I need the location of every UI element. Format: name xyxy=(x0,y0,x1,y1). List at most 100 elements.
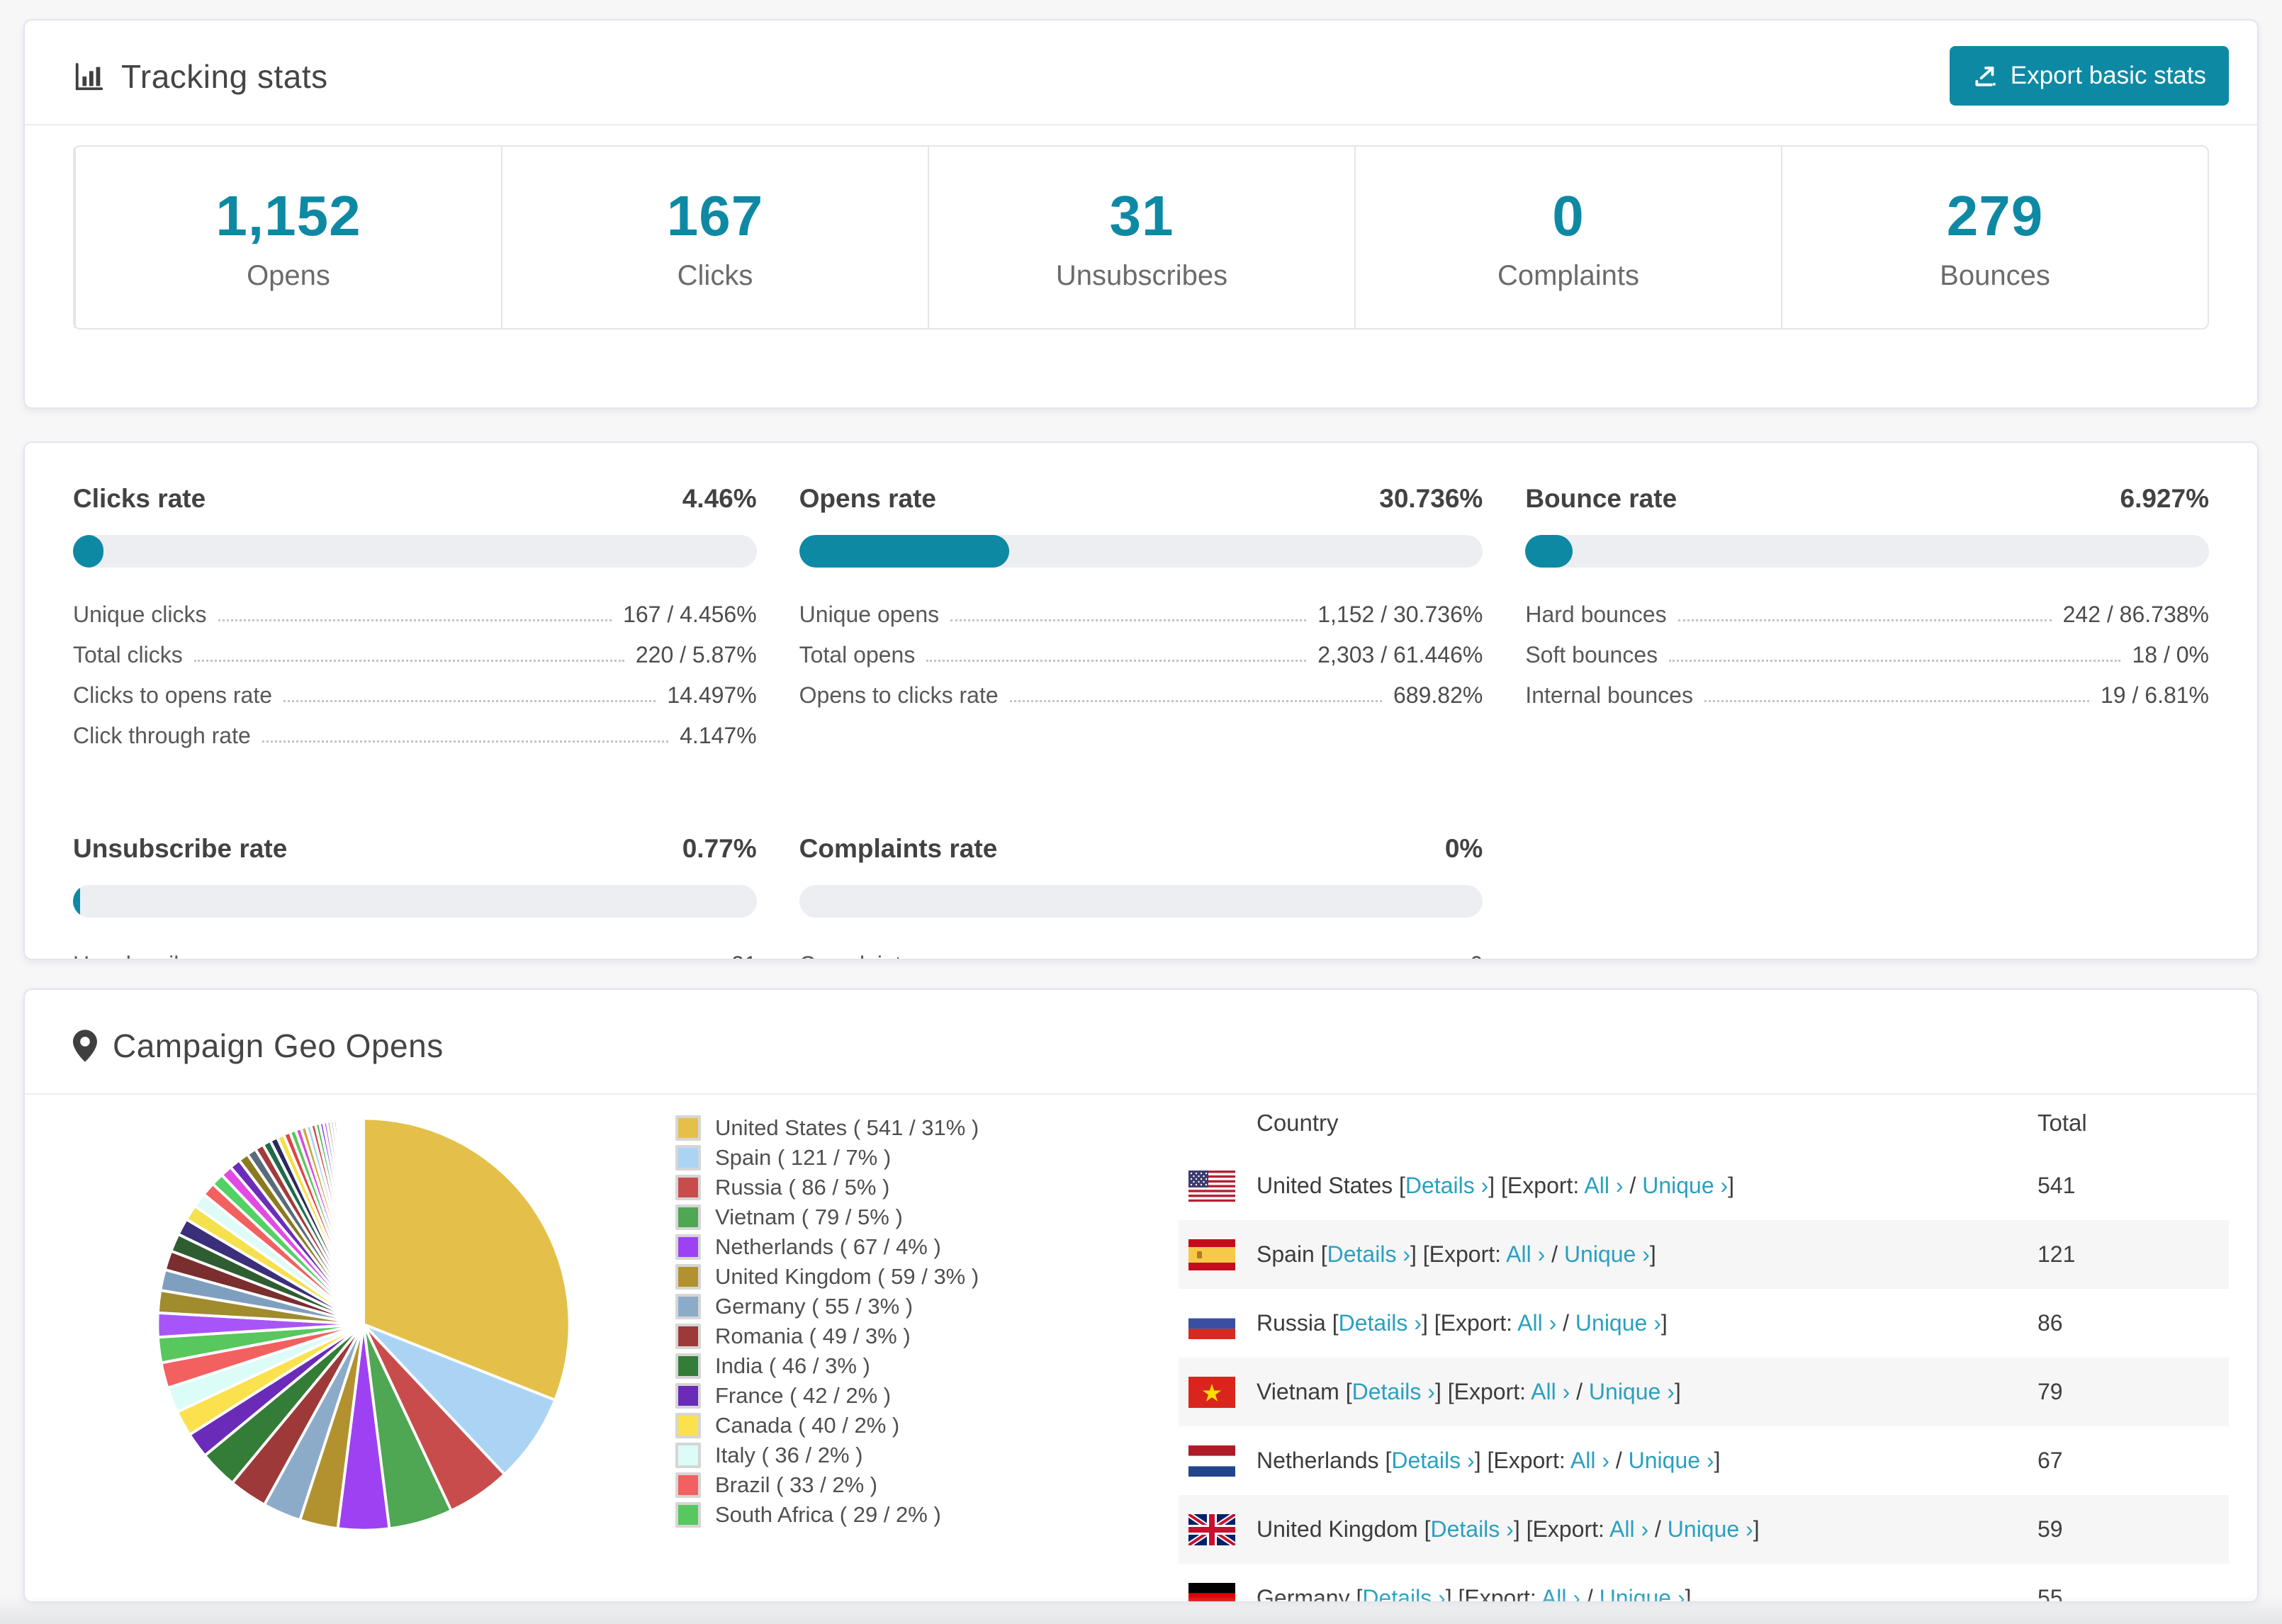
rate-detail-row: Unique clicks 167 / 4.456% xyxy=(73,602,757,627)
country-flag-icon xyxy=(1188,1170,1235,1202)
country-flag-icon xyxy=(1188,1376,1235,1408)
legend-label: Netherlands ( 67 / 4% ) xyxy=(715,1234,941,1259)
legend-label: Spain ( 121 / 7% ) xyxy=(715,1145,892,1170)
legend-swatch xyxy=(675,1234,701,1260)
bottom-shade xyxy=(0,1596,2282,1624)
unsubscribe-rate-progress-fill xyxy=(73,885,80,918)
legend-item: India ( 46 / 3% ) xyxy=(675,1351,1171,1381)
dotted-leader xyxy=(1009,700,1382,702)
complaints-rate-value: 0% xyxy=(1444,834,1483,863)
opens-rate-block: Opens rate 30.736% Unique opens 1,152 / … xyxy=(799,484,1483,749)
legend-item: United Kingdom ( 59 / 3% ) xyxy=(675,1262,1171,1292)
legend-swatch xyxy=(675,1353,701,1379)
export-unique-link[interactable]: Unique › xyxy=(1589,1379,1675,1404)
stat-box: 0 Complaints xyxy=(1354,147,1781,328)
stat-value: 279 xyxy=(1946,184,2044,247)
country-cell: Vietnam [Details ›] [Export: All › / Uni… xyxy=(1257,1379,1681,1404)
legend-swatch xyxy=(675,1294,701,1319)
country-total: 121 xyxy=(2038,1241,2076,1267)
country-cell: United States [Details ›] [Export: All ›… xyxy=(1257,1173,1735,1198)
country-total: 79 xyxy=(2038,1379,2063,1404)
details-link[interactable]: Details › xyxy=(1327,1241,1410,1267)
details-link[interactable]: Details › xyxy=(1405,1173,1488,1198)
rate-detail-row: Clicks to opens rate 14.497% xyxy=(73,682,757,708)
legend-label: South Africa ( 29 / 2% ) xyxy=(715,1502,941,1527)
geo-table: Country Total United States [Details ›] … xyxy=(1179,1095,2229,1601)
details-link[interactable]: Details › xyxy=(1391,1448,1474,1473)
stat-box: 279 Bounces xyxy=(1781,147,2208,328)
export-all-link[interactable]: All › xyxy=(1584,1173,1623,1198)
legend-swatch xyxy=(675,1502,701,1528)
rate-detail-row: Total clicks 220 / 5.87% xyxy=(73,642,757,667)
export-basic-stats-button[interactable]: Export basic stats xyxy=(1949,46,2229,106)
tracking-stats-header: Tracking stats Export basic stats xyxy=(25,21,2257,106)
legend-item: South Africa ( 29 / 2% ) xyxy=(675,1500,1171,1530)
export-all-link[interactable]: All › xyxy=(1531,1379,1570,1404)
geo-header: Campaign Geo Opens xyxy=(25,990,2257,1065)
export-unique-link[interactable]: Unique › xyxy=(1668,1516,1753,1542)
export-all-link[interactable]: All › xyxy=(1506,1241,1545,1267)
geo-title: Campaign Geo Opens xyxy=(113,1027,444,1064)
opens-rate-value: 30.736% xyxy=(1379,484,1483,513)
stat-value: 1,152 xyxy=(215,184,361,247)
bar-chart-icon xyxy=(73,60,106,93)
bounce-rate-title: Bounce rate xyxy=(1525,484,1677,513)
rates-row-1: Clicks rate 4.46% Unique clicks 167 / 4.… xyxy=(25,443,2257,749)
stat-label: Unsubscribes xyxy=(1055,259,1228,291)
dotted-leader xyxy=(193,660,624,662)
legend-swatch xyxy=(675,1145,701,1171)
legend-item: Russia ( 86 / 5% ) xyxy=(675,1173,1171,1202)
country-total: 86 xyxy=(2038,1310,2063,1336)
export-unique-link[interactable]: Unique › xyxy=(1629,1448,1714,1473)
stat-label: Opens xyxy=(247,259,330,291)
stat-label: Complaints xyxy=(1497,259,1640,291)
legend-swatch xyxy=(675,1413,701,1438)
legend-swatch xyxy=(675,1115,701,1141)
stat-label: Clicks xyxy=(677,259,753,291)
map-marker-icon xyxy=(73,1030,97,1062)
dotted-leader xyxy=(1669,660,2121,662)
legend-label: Romania ( 49 / 3% ) xyxy=(715,1324,911,1348)
export-unique-link[interactable]: Unique › xyxy=(1575,1310,1661,1336)
legend-label: France ( 42 / 2% ) xyxy=(715,1383,892,1408)
dotted-leader xyxy=(950,619,1307,621)
legend-swatch xyxy=(675,1264,701,1290)
export-all-link[interactable]: All › xyxy=(1517,1310,1556,1336)
opens-rate-progress-fill xyxy=(799,535,1010,568)
export-unique-link[interactable]: Unique › xyxy=(1642,1173,1728,1198)
legend-swatch xyxy=(675,1205,701,1230)
details-link[interactable]: Details › xyxy=(1352,1379,1435,1404)
page-title: Tracking stats xyxy=(121,58,328,95)
rate-detail-row: Complaints 0 xyxy=(799,937,1483,959)
legend-item: Romania ( 49 / 3% ) xyxy=(675,1321,1171,1351)
details-link[interactable]: Details › xyxy=(1430,1516,1513,1542)
country-cell: Netherlands [Details ›] [Export: All › /… xyxy=(1257,1448,1721,1473)
summary-stats-strip: 1,152 Opens 167 Clicks 31 Unsubscribes 0… xyxy=(73,145,2209,329)
dotted-leader xyxy=(1704,700,2089,702)
legend-item: United States ( 541 / 31% ) xyxy=(675,1113,1171,1143)
bounce-rate-value: 6.927% xyxy=(2120,484,2210,513)
export-all-link[interactable]: All › xyxy=(1570,1448,1609,1473)
legend-label: United States ( 541 / 31% ) xyxy=(715,1115,979,1140)
export-all-link[interactable]: All › xyxy=(1609,1516,1648,1542)
legend-item: Italy ( 36 / 2% ) xyxy=(675,1440,1171,1470)
bounce-rate-progress-fill xyxy=(1525,535,1573,568)
details-link[interactable]: Details › xyxy=(1339,1310,1422,1336)
clicks-rate-progress-fill xyxy=(73,535,104,568)
legend-swatch xyxy=(675,1383,701,1409)
country-flag-icon xyxy=(1188,1307,1235,1339)
tracking-stats-page: Tracking stats Export basic stats 1,152 xyxy=(0,0,2282,1624)
rate-detail-row: Click through rate 4.147% xyxy=(73,723,757,748)
campaign-geo-opens-card: Campaign Geo Opens United States ( 541 /… xyxy=(23,988,2259,1603)
column-header-country: Country xyxy=(1257,1110,1339,1136)
legend-item: Canada ( 40 / 2% ) xyxy=(675,1411,1171,1440)
export-unique-link[interactable]: Unique › xyxy=(1564,1241,1650,1267)
legend-label: Russia ( 86 / 5% ) xyxy=(715,1175,890,1200)
dotted-leader xyxy=(283,700,656,702)
dotted-leader xyxy=(926,660,1307,662)
complaints-rate-block: Complaints rate 0% Complaints 0 xyxy=(799,834,1483,959)
legend-item: Brazil ( 33 / 2% ) xyxy=(675,1470,1171,1500)
tracking-stats-card: Tracking stats Export basic stats 1,152 xyxy=(23,19,2259,409)
legend-item: Netherlands ( 67 / 4% ) xyxy=(675,1232,1171,1262)
legend-item: Vietnam ( 79 / 5% ) xyxy=(675,1202,1171,1232)
